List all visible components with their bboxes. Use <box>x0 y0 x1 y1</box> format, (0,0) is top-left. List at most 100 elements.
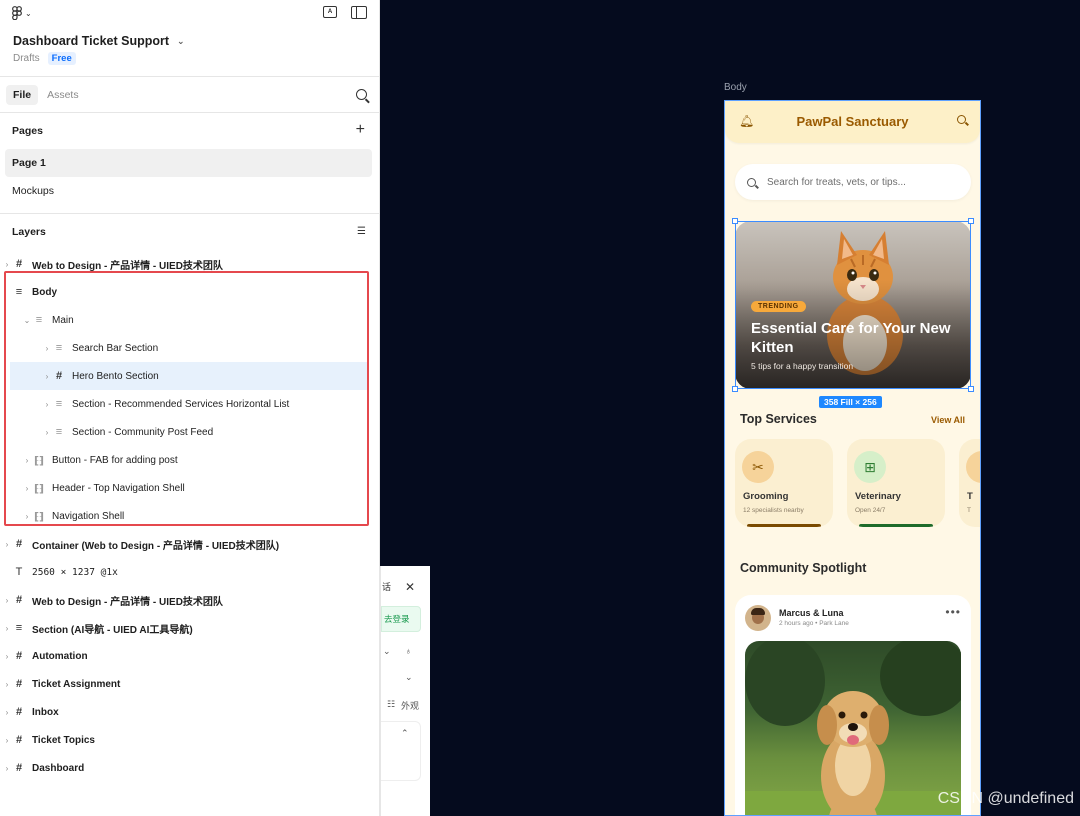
search-icon[interactable] <box>957 115 966 124</box>
layer-row[interactable]: ⌄ ≡ Main <box>0 306 379 334</box>
avatar[interactable] <box>745 605 771 631</box>
layer-row[interactable]: › ⁅⁆ Header - Top Navigation Shell <box>0 474 379 502</box>
chevron-right-icon[interactable]: › <box>2 260 12 269</box>
layer-row[interactable]: › ≡ Search Bar Section <box>0 334 379 362</box>
service-accent-bar <box>859 524 933 527</box>
chevron-right-icon[interactable]: › <box>2 596 12 605</box>
tab-file[interactable]: File <box>6 84 39 105</box>
chevron-right-icon[interactable]: › <box>2 652 12 661</box>
layer-label: Container (Web to Design - 产品详情 - UIED技术… <box>32 540 280 552</box>
resize-handle[interactable] <box>732 386 738 392</box>
chevron-right-icon[interactable]: › <box>2 624 12 633</box>
frame-icon: # <box>15 258 23 270</box>
layer-row[interactable]: › ≡ Section (AI导航 - UIED AI工具导航) <box>0 614 379 642</box>
resize-handle[interactable] <box>968 386 974 392</box>
layer-row[interactable]: T 2560 × 1237 @1x <box>0 558 379 586</box>
chevron-down-icon[interactable]: ⌄ <box>405 672 413 683</box>
layer-label: Section - Recommended Services Horizonta… <box>72 398 290 410</box>
popup-text: 话 <box>382 582 392 592</box>
figma-menu-button[interactable]: ⌄ <box>12 6 32 20</box>
layer-row[interactable]: › # Web to Design - 产品详情 - UIED技术团队 <box>0 250 379 278</box>
chevron-up-icon[interactable]: ⌃ <box>401 728 409 739</box>
service-name: T <box>967 491 973 502</box>
chevron-right-icon[interactable]: › <box>42 400 52 409</box>
layer-row[interactable]: › # Inbox <box>0 698 379 726</box>
settings-sliders-icon: ☷ <box>387 699 396 709</box>
service-card-veterinary[interactable]: ⊞ Veterinary Open 24/7 <box>847 439 945 527</box>
frame-icon: # <box>15 678 23 690</box>
resize-handle[interactable] <box>968 218 974 224</box>
service-name: Veterinary <box>855 491 901 502</box>
service-desc: 12 specialists nearby <box>743 507 804 514</box>
service-card-partial[interactable]: T T <box>959 439 980 527</box>
layer-row[interactable]: › # Ticket Assignment <box>0 670 379 698</box>
layer-tree: › # Web to Design - 产品详情 - UIED技术团队 ≡ Bo… <box>0 250 379 782</box>
community-title: Community Spotlight <box>740 561 867 575</box>
view-all-link[interactable]: View All <box>931 415 965 425</box>
service-desc: Open 24/7 <box>855 507 886 514</box>
layer-label: Body <box>32 286 57 298</box>
medical-kit-icon: ⊞ <box>854 451 886 483</box>
layer-label: Inbox <box>32 706 59 718</box>
watermark: CSDN @undefined <box>937 790 1074 807</box>
login-button[interactable]: 去登录 <box>381 606 421 632</box>
page-item-page-1[interactable]: Page 1 <box>5 149 372 177</box>
service-name: Grooming <box>743 491 789 502</box>
layer-row[interactable]: › # Automation <box>0 642 379 670</box>
text-ai-icon[interactable]: A <box>323 6 337 18</box>
appearance-label[interactable]: 外观 <box>401 699 419 712</box>
layer-row[interactable]: › ⁅⁆ Button - FAB for adding post <box>0 446 379 474</box>
chevron-right-icon[interactable]: › <box>2 736 12 745</box>
page-item-mockups[interactable]: Mockups <box>0 177 379 205</box>
more-options-icon[interactable]: ••• <box>945 605 961 619</box>
chevron-right-icon[interactable]: › <box>22 512 32 521</box>
layer-row[interactable]: › ≡ Section - Recommended Services Horiz… <box>0 390 379 418</box>
chevron-right-icon[interactable]: › <box>42 372 52 381</box>
chevron-right-icon[interactable]: › <box>22 456 32 465</box>
tab-assets[interactable]: Assets <box>40 85 86 105</box>
chevron-right-icon[interactable]: › <box>2 708 12 717</box>
layer-row[interactable]: › # Container (Web to Design - 产品详情 - UI… <box>0 530 379 558</box>
sidebar-toggle-icon[interactable] <box>351 6 367 19</box>
scissors-icon: ✂ <box>742 451 774 483</box>
layer-row[interactable]: › # Dashboard <box>0 754 379 782</box>
pages-heading-label: Pages <box>12 125 43 137</box>
lightbulb-icon[interactable]: ♁ <box>405 646 412 656</box>
chevron-down-icon[interactable]: ⌄ <box>22 316 32 325</box>
post-image <box>745 641 961 815</box>
search-placeholder: Search for treats, vets, or tips... <box>767 176 906 188</box>
close-icon[interactable]: ✕ <box>405 580 415 594</box>
layer-row[interactable]: › # Web to Design - 产品详情 - UIED技术团队 <box>0 586 379 614</box>
resize-handle[interactable] <box>732 218 738 224</box>
layer-row[interactable]: › ⁅⁆ Navigation Shell <box>0 502 379 530</box>
pages-heading: Pages + <box>0 113 379 149</box>
chevron-down-icon[interactable]: ⌄ <box>383 646 391 657</box>
login-popup-fragment: 话 ✕ 去登录 ⌄ ♁ ⌄ ☷ 外观 ⌃ <box>380 566 430 816</box>
chevron-right-icon[interactable]: › <box>42 344 52 353</box>
chevron-right-icon[interactable]: › <box>2 764 12 773</box>
layer-row[interactable]: ≡ Body <box>0 278 379 306</box>
phone-frame-body[interactable]: 🔔︎ PawPal Sanctuary Search for treats, v… <box>724 100 981 816</box>
community-post-card[interactable]: Marcus & Luna 2 hours ago • Park Lane ••… <box>735 595 971 815</box>
layer-row-selected[interactable]: › # Hero Bento Section <box>10 362 369 390</box>
layer-row[interactable]: › ≡ Section - Community Post Feed <box>0 418 379 446</box>
service-card-grooming[interactable]: ✂ Grooming 12 specialists nearby <box>735 439 833 527</box>
chevron-right-icon[interactable]: › <box>2 680 12 689</box>
search-icon[interactable] <box>356 89 367 100</box>
frame-label[interactable]: Body <box>724 82 747 93</box>
layer-label: Section - Community Post Feed <box>72 426 214 438</box>
add-page-icon[interactable]: + <box>356 122 365 138</box>
service-accent-bar <box>747 524 821 527</box>
chevron-right-icon[interactable]: › <box>2 540 12 549</box>
layer-label: 2560 × 1237 @1x <box>32 566 118 578</box>
chevron-right-icon[interactable]: › <box>42 428 52 437</box>
layers-heading-label: Layers <box>12 226 46 238</box>
layer-list-options-icon[interactable]: ☰ <box>357 226 366 237</box>
layer-label: Automation <box>32 650 88 662</box>
layer-row[interactable]: › # Ticket Topics <box>0 726 379 754</box>
project-title[interactable]: Dashboard Ticket Support ⌄ <box>13 34 367 48</box>
app-search-bar[interactable]: Search for treats, vets, or tips... <box>735 164 971 200</box>
service-icon <box>966 451 980 483</box>
chevron-right-icon[interactable]: › <box>22 484 32 493</box>
chevron-down-icon: ⌄ <box>177 35 185 46</box>
